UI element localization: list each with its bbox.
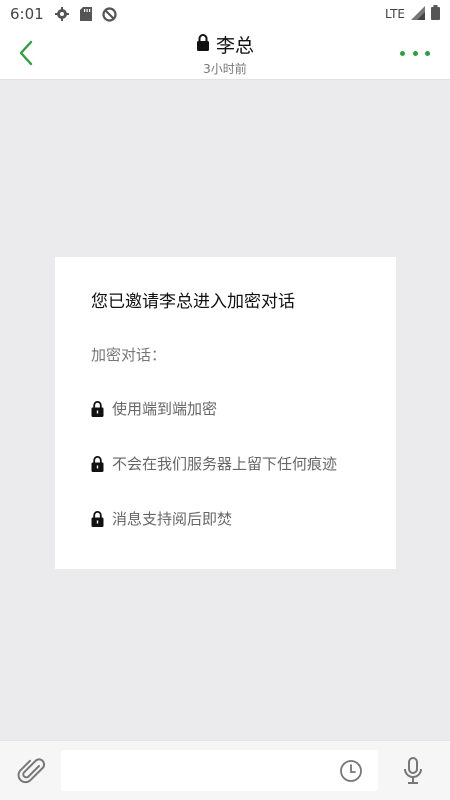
- invite-message: 您已邀请李总进入加密对话: [91, 292, 295, 312]
- signal-icon: [411, 5, 425, 23]
- chat-header: 李总 3小时前: [0, 28, 450, 80]
- status-time: 6:01: [10, 5, 44, 23]
- feature-text: 消息支持阅后即焚: [112, 510, 233, 528]
- encryption-label: 加密对话：: [91, 346, 167, 364]
- more-dot: [425, 50, 430, 56]
- lock-icon: [91, 511, 104, 527]
- last-seen: 3小时前: [203, 62, 247, 76]
- header-title-area: 李总 3小时前: [0, 31, 450, 77]
- attach-button[interactable]: [16, 755, 48, 787]
- clock-icon: [340, 760, 362, 782]
- feature-item: 消息支持阅后即焚: [91, 508, 360, 530]
- message-input[interactable]: [61, 750, 378, 791]
- more-dot: [412, 50, 418, 56]
- network-type: LTE: [385, 7, 405, 21]
- more-options-button[interactable]: [400, 44, 430, 62]
- message-composer: [0, 740, 450, 800]
- paperclip-icon: [17, 758, 46, 784]
- sd-card-icon: [78, 6, 94, 22]
- self-destruct-timer-button[interactable]: [338, 758, 364, 784]
- feature-item: 使用端到端加密: [91, 398, 360, 420]
- lock-icon: [91, 456, 104, 472]
- feature-text: 不会在我们服务器上留下任何痕迹: [112, 455, 338, 473]
- contact-name: 李总: [215, 35, 254, 57]
- voice-record-button[interactable]: [398, 755, 428, 787]
- chat-area: 您已邀请李总进入加密对话 加密对话： 使用端到端加密 不会在我们服务器上留下任何…: [0, 80, 450, 740]
- battery-icon: [431, 5, 440, 23]
- feature-text: 使用端到端加密: [112, 400, 218, 418]
- more-dots-icon: [400, 50, 405, 56]
- gear-icon: [54, 6, 70, 22]
- microphone-icon: [404, 757, 422, 784]
- status-bar: 6:01 LTE: [0, 0, 450, 28]
- lock-icon: [196, 33, 210, 56]
- feature-item: 不会在我们服务器上留下任何痕迹: [91, 453, 360, 475]
- lock-icon: [91, 401, 104, 417]
- encryption-info-card: 您已邀请李总进入加密对话 加密对话： 使用端到端加密 不会在我们服务器上留下任何…: [55, 257, 396, 569]
- do-not-disturb-icon: [102, 6, 118, 22]
